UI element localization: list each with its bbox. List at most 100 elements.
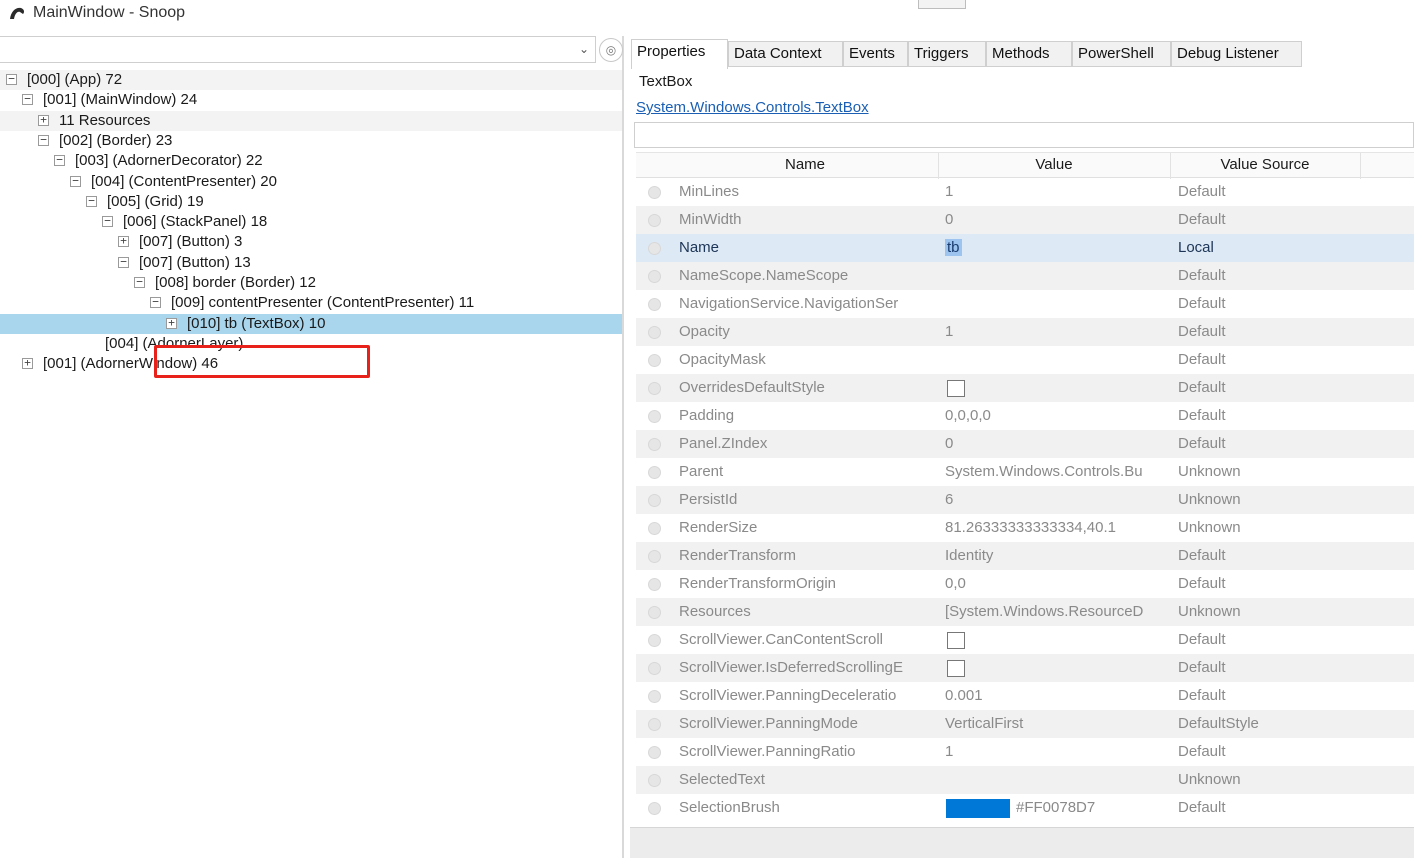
property-row[interactable]: Name tb Local (636, 234, 1414, 262)
expand-icon[interactable]: + (22, 357, 33, 369)
property-value[interactable]: Identity (945, 542, 1173, 570)
property-row[interactable]: RenderTransform Identity Default (636, 542, 1414, 570)
property-row[interactable]: MinLines 1 Default (636, 178, 1414, 206)
column-separator[interactable] (1360, 153, 1361, 179)
collapse-icon[interactable]: − (134, 276, 145, 288)
property-row[interactable]: Resources [System.Windows.ResourceD Unknow… (636, 598, 1414, 626)
collapse-icon[interactable]: − (86, 195, 97, 207)
tab-methods[interactable]: Methods (986, 41, 1072, 67)
color-swatch[interactable] (946, 799, 1010, 818)
property-value[interactable]: #FF0078D7 (1016, 794, 1095, 822)
expand-icon[interactable]: + (166, 317, 177, 329)
property-value[interactable]: 81.26333333333334,40.1 (945, 514, 1173, 542)
collapse-icon[interactable]: − (22, 93, 33, 105)
property-row[interactable]: ScrollViewer.CanContentScroll Default (636, 626, 1414, 654)
tab-powershell[interactable]: PowerShell (1072, 41, 1171, 67)
property-grid-header: Name Value Value Source (636, 152, 1414, 179)
tree-node[interactable]: + [007] (Button) 3 (0, 232, 622, 252)
annotation-highlight (154, 345, 370, 378)
property-row[interactable]: OpacityMask Default (636, 346, 1414, 374)
property-row[interactable]: Opacity 1 Default (636, 318, 1414, 346)
tree-node[interactable]: − [009] contentPresenter (ContentPresente… (0, 293, 622, 313)
tree-node[interactable]: − [004] (ContentPresenter) 20 (0, 172, 622, 192)
element-type-link[interactable]: System.Windows.Controls.TextBox (636, 99, 869, 116)
property-row[interactable]: SelectionBrush #FF0078D7 Default (636, 794, 1414, 822)
expand-icon[interactable]: + (38, 114, 49, 126)
collapse-icon[interactable]: − (150, 296, 161, 308)
column-header-value[interactable]: Value (938, 156, 1170, 173)
property-value[interactable]: 1 (945, 178, 1173, 206)
tab-debug-listener[interactable]: Debug Listener (1171, 41, 1302, 67)
collapse-icon[interactable]: − (38, 134, 49, 146)
property-value[interactable]: 0.001 (945, 682, 1173, 710)
tree-node[interactable]: +11 Resources (0, 111, 622, 131)
property-value-selected[interactable]: tb (945, 239, 962, 256)
property-row[interactable]: SelectedText Unknown (636, 766, 1414, 794)
property-value[interactable]: 1 (945, 738, 1173, 766)
property-row[interactable]: ScrollViewer.PanningRatio 1 Default (636, 738, 1414, 766)
tree-node[interactable]: − [001] (MainWindow) 24 (0, 90, 622, 110)
property-row[interactable]: ScrollViewer.PanningMode VerticalFirst Def… (636, 710, 1414, 738)
property-value-checkbox[interactable] (947, 380, 965, 397)
window-caption-button[interactable] (918, 0, 966, 9)
property-row[interactable]: RenderTransformOrigin 0,0 Default (636, 570, 1414, 598)
property-row[interactable]: Parent System.Windows.Controls.Bu Unknown (636, 458, 1414, 486)
tab-data-context[interactable]: Data Context (728, 41, 843, 67)
property-row[interactable]: NameScope.NameScope Default (636, 262, 1414, 290)
expand-icon[interactable]: + (118, 235, 129, 247)
tree-node[interactable]: − [000] (App) 72 (0, 70, 622, 90)
tree-node[interactable]: − [002] (Border) 23 (0, 131, 622, 151)
collapse-icon[interactable]: − (6, 73, 17, 85)
collapse-icon[interactable]: − (102, 215, 113, 227)
tree-node[interactable]: − [006] (StackPanel) 18 (0, 212, 622, 232)
property-value[interactable]: System.Windows.Controls.Bu (945, 458, 1173, 486)
property-name: MinWidth (679, 211, 742, 228)
property-row[interactable]: Panel.ZIndex 0 Default (636, 430, 1414, 458)
property-value[interactable]: 6 (945, 486, 1173, 514)
property-row[interactable]: OverridesDefaultStyle Default (636, 374, 1414, 402)
property-name: ScrollViewer.PanningDeceleratio (679, 687, 897, 704)
collapse-icon[interactable]: − (70, 175, 81, 187)
property-marker-icon (648, 438, 661, 451)
tab-triggers[interactable]: Triggers (908, 41, 986, 67)
tree-node[interactable]: + [010] tb (TextBox) 10 (0, 314, 622, 334)
property-row[interactable]: NavigationService.NavigationSer Default (636, 290, 1414, 318)
column-header-name[interactable]: Name (672, 156, 938, 173)
collapse-icon[interactable]: − (54, 154, 65, 166)
property-row[interactable]: Padding 0,0,0,0 Default (636, 402, 1414, 430)
property-value[interactable]: [System.Windows.ResourceD (945, 598, 1173, 626)
element-type-name: TextBox (639, 73, 693, 90)
property-value[interactable]: tb (945, 234, 1173, 262)
tree-node[interactable]: − [003] (AdornerDecorator) 22 (0, 151, 622, 171)
tab-properties[interactable]: Properties (631, 39, 728, 69)
column-header-value-source[interactable]: Value Source (1170, 156, 1360, 173)
property-value[interactable]: VerticalFirst (945, 710, 1173, 738)
tree-node[interactable]: − [007] (Button) 13 (0, 253, 622, 273)
find-target-icon[interactable]: ◎ (599, 38, 623, 62)
tree-node[interactable]: − [008] border (Border) 12 (0, 273, 622, 293)
collapse-icon[interactable]: − (118, 256, 129, 268)
property-marker-icon (648, 578, 661, 591)
tab-events[interactable]: Events (843, 41, 908, 67)
property-value-source: Default (1178, 659, 1226, 676)
chevron-down-icon[interactable]: ⌄ (579, 42, 589, 56)
property-value-source: Unknown (1178, 491, 1241, 508)
property-value-checkbox[interactable] (947, 632, 965, 649)
property-row[interactable]: MinWidth 0 Default (636, 206, 1414, 234)
property-value[interactable]: 0,0,0,0 (945, 402, 1173, 430)
property-filter-input[interactable] (634, 122, 1414, 148)
tree-node[interactable]: − [005] (Grid) 19 (0, 192, 622, 212)
tree-filter-combo[interactable]: ⌄ (0, 36, 596, 63)
property-row[interactable]: RenderSize 81.26333333333334,40.1 Unknown (636, 514, 1414, 542)
property-row[interactable]: PersistId 6 Unknown (636, 486, 1414, 514)
property-value[interactable]: 1 (945, 318, 1173, 346)
property-name: ScrollViewer.IsDeferredScrollingE (679, 659, 903, 676)
tree-node-label: [010] tb (TextBox) 10 (187, 315, 326, 332)
property-value-checkbox[interactable] (947, 660, 965, 677)
property-row[interactable]: ScrollViewer.PanningDeceleratio 0.001 Defa… (636, 682, 1414, 710)
property-value[interactable]: 0 (945, 430, 1173, 458)
property-row[interactable]: ScrollViewer.IsDeferredScrollingE Default (636, 654, 1414, 682)
property-grid: Name Value Value Source MinLines 1 Default… (636, 152, 1414, 832)
property-value[interactable]: 0 (945, 206, 1173, 234)
property-value[interactable]: 0,0 (945, 570, 1173, 598)
